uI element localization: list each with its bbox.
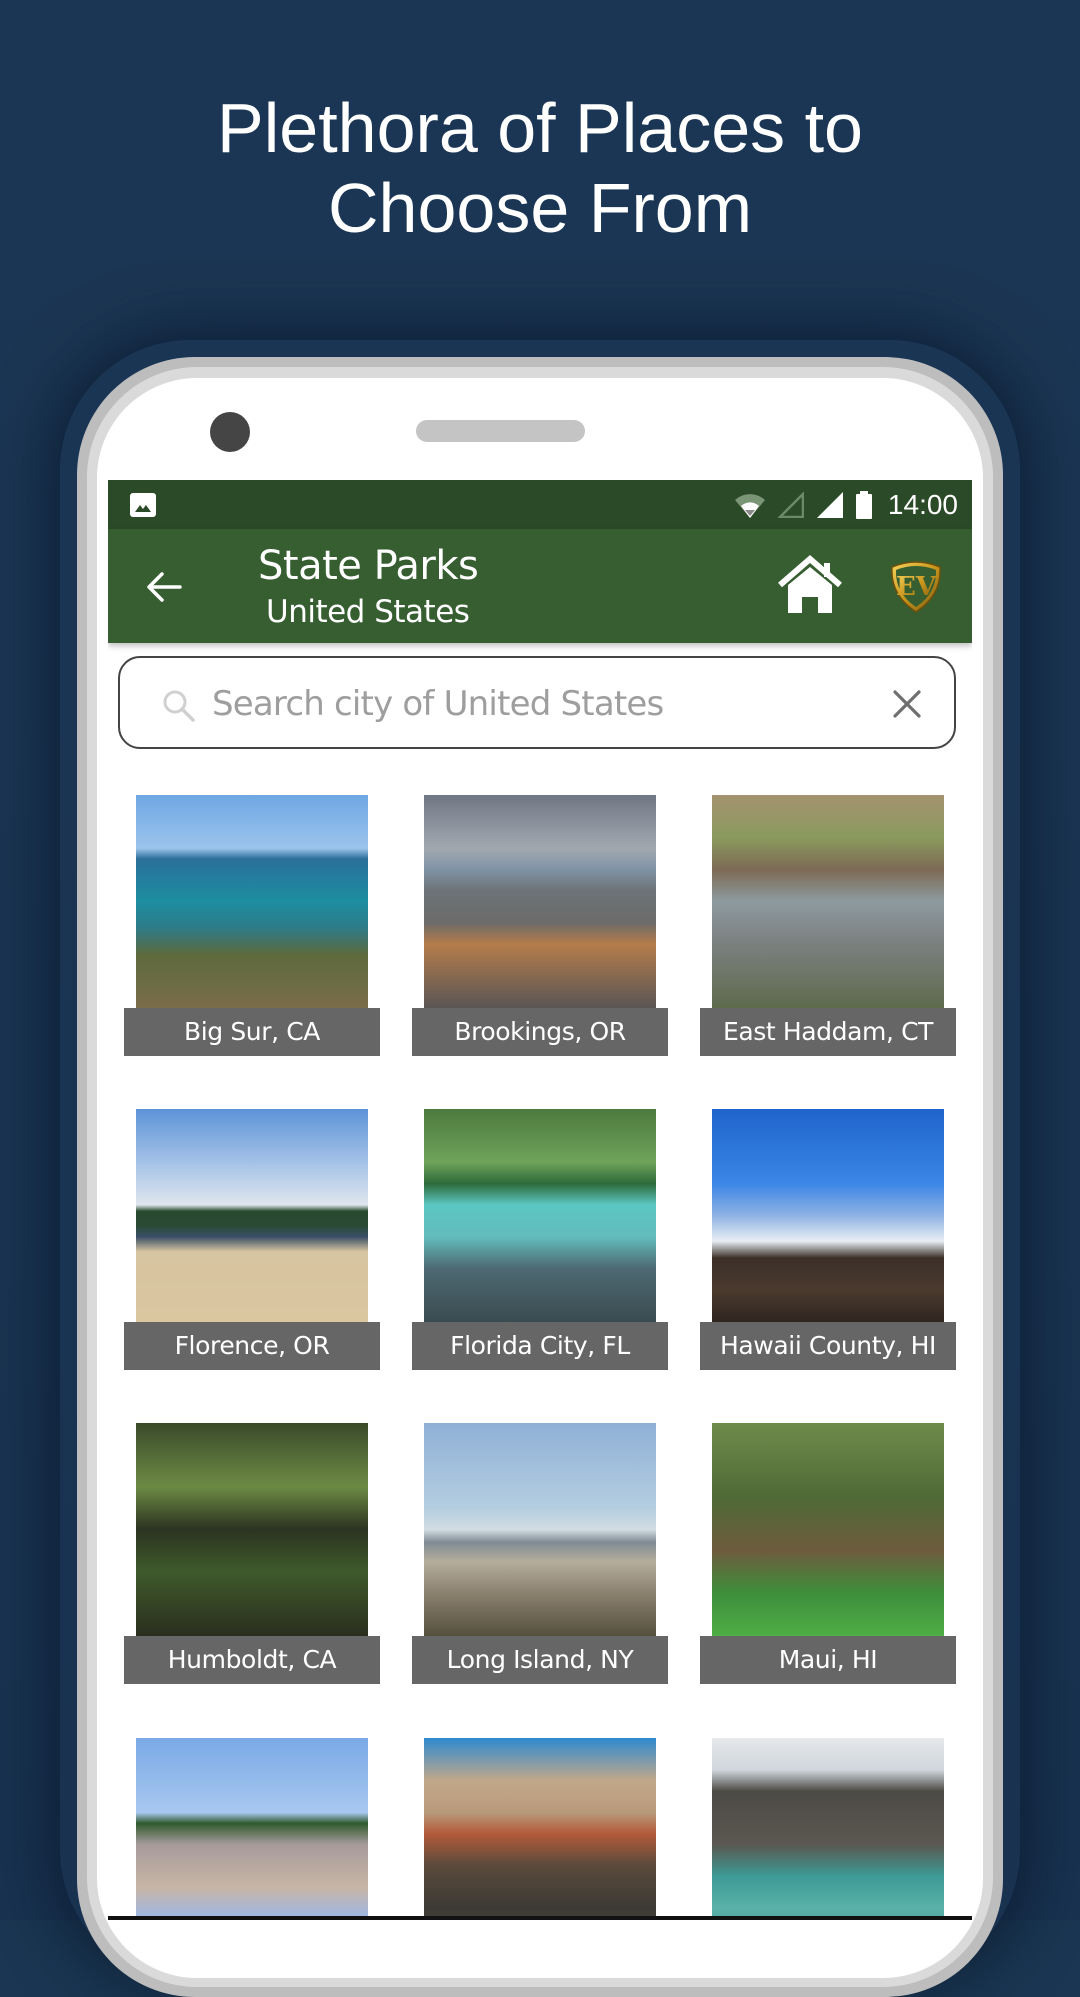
place-tile[interactable]: Florence, OR (124, 1109, 380, 1370)
screen-bottom-edge (108, 1916, 972, 1920)
place-label: Florence, OR (124, 1322, 380, 1370)
home-icon[interactable] (776, 555, 844, 615)
place-label: Florida City, FL (412, 1322, 668, 1370)
app-title: State Parks (258, 543, 479, 589)
signal-empty-icon (777, 491, 804, 518)
place-label: Humboldt, CA (124, 1636, 380, 1684)
place-tile[interactable] (412, 1738, 668, 1918)
place-tile[interactable]: Big Sur, CA (124, 795, 380, 1056)
place-tile[interactable] (124, 1738, 380, 1918)
ev-logo-icon[interactable]: EV (888, 559, 944, 613)
place-photo[interactable] (712, 795, 944, 1008)
place-tile[interactable]: Brookings, OR (412, 795, 668, 1056)
place-photo[interactable] (712, 1423, 944, 1636)
status-bar: 14:00 (108, 480, 972, 529)
search-bar[interactable] (118, 656, 956, 749)
place-photo[interactable] (424, 1109, 656, 1322)
place-label: Hawaii County, HI (700, 1322, 956, 1370)
place-tile[interactable] (700, 1738, 956, 1918)
place-tile[interactable]: Florida City, FL (412, 1109, 668, 1370)
place-photo[interactable] (136, 1738, 368, 1918)
search-input[interactable] (212, 678, 812, 730)
image-icon (130, 493, 156, 517)
place-tile[interactable]: East Haddam, CT (700, 795, 956, 1056)
place-label: Big Sur, CA (124, 1008, 380, 1056)
ev-logo-text: EV (896, 572, 937, 602)
front-camera (210, 412, 250, 452)
place-photo[interactable] (136, 1423, 368, 1636)
place-photo[interactable] (712, 1109, 944, 1322)
place-tile[interactable]: Hawaii County, HI (700, 1109, 956, 1370)
place-photo[interactable] (424, 1423, 656, 1636)
back-arrow-icon[interactable] (144, 567, 184, 607)
place-tile[interactable]: Humboldt, CA (124, 1423, 380, 1684)
place-photo[interactable] (712, 1738, 944, 1918)
battery-icon (855, 490, 872, 519)
app-subtitle: United States (266, 594, 470, 630)
search-icon (163, 690, 195, 722)
close-icon[interactable] (892, 689, 922, 719)
place-photo[interactable] (424, 795, 656, 1008)
wifi-icon (734, 493, 765, 518)
app-bar: State Parks United States EV (108, 529, 972, 643)
signal-full-icon (816, 491, 843, 518)
place-label: East Haddam, CT (700, 1008, 956, 1056)
place-tile[interactable]: Maui, HI (700, 1423, 956, 1684)
phone-screen: 14:00 State Parks United States EV Searc… (108, 480, 972, 1918)
place-label: Brookings, OR (412, 1008, 668, 1056)
status-time: 14:00 (887, 488, 958, 520)
place-label: Long Island, NY (412, 1636, 668, 1684)
place-tile[interactable]: Long Island, NY (412, 1423, 668, 1684)
place-photo[interactable] (136, 1109, 368, 1322)
place-label: Maui, HI (700, 1636, 956, 1684)
place-photo[interactable] (424, 1738, 656, 1918)
headline-line-2: Choose From (327, 169, 753, 247)
promo-headline: Plethora of Places to Choose From (0, 88, 1080, 248)
place-photo[interactable] (136, 795, 368, 1008)
headline-line-1: Plethora of Places to (217, 89, 863, 167)
earpiece-speaker (416, 420, 585, 442)
